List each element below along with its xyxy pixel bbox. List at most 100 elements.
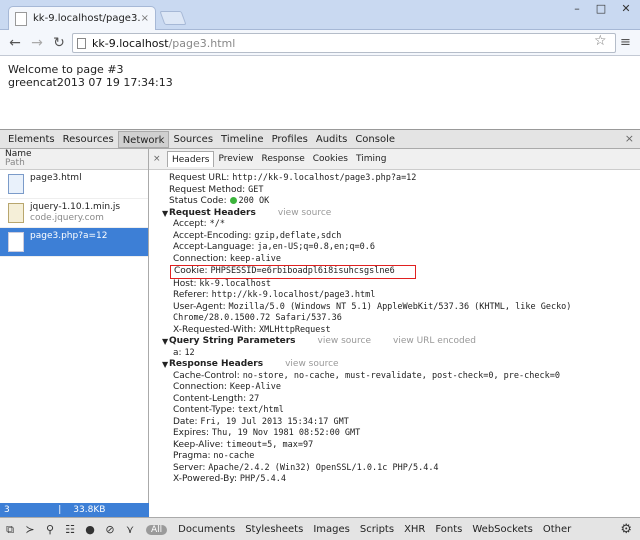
tab-timing[interactable]: Timing bbox=[352, 151, 390, 167]
header-row: Accept: */* bbox=[169, 219, 640, 231]
clear-icon[interactable]: ⊘ bbox=[100, 523, 120, 536]
tab-console[interactable]: Console bbox=[351, 131, 399, 148]
tab-sources[interactable]: Sources bbox=[169, 131, 217, 148]
cookie-highlight: Cookie: PHPSESSID=e6rbiboadpl6i8isuhcsgs… bbox=[170, 265, 416, 279]
view-source-link[interactable]: view source bbox=[318, 336, 371, 346]
tab-cookies[interactable]: Cookies bbox=[309, 151, 352, 167]
title-bar: kk-9.localhost/page3.html × – □ ✕ bbox=[0, 0, 640, 30]
header-row: Accept-Encoding: gzip,deflate,sdch bbox=[169, 231, 640, 243]
dock-icon[interactable]: ⧉ bbox=[0, 523, 20, 537]
filter-websockets[interactable]: WebSockets bbox=[467, 524, 537, 535]
console-drawer-icon[interactable]: ≻ bbox=[20, 523, 40, 536]
header-value: http://kk-9.localhost/page3.html bbox=[211, 290, 376, 300]
header-key: X-Powered-By: bbox=[173, 474, 238, 484]
html-file-icon bbox=[8, 174, 24, 194]
header-row: Content-Length: 27 bbox=[169, 394, 640, 406]
header-key: Accept: bbox=[173, 219, 207, 229]
detail-close-button[interactable]: × bbox=[153, 154, 167, 164]
expand-triangle-icon: ▼ bbox=[162, 208, 169, 218]
name-column-header[interactable]: Name Path bbox=[0, 149, 148, 170]
tab-resources[interactable]: Resources bbox=[59, 131, 118, 148]
request-item-page3-php[interactable]: page3.php?a=12 bbox=[0, 228, 148, 257]
filter-fonts[interactable]: Fonts bbox=[430, 524, 467, 535]
list-view-icon[interactable]: ☷ bbox=[60, 523, 80, 536]
tab-preview[interactable]: Preview bbox=[214, 151, 257, 167]
window-minimize-button[interactable]: – bbox=[564, 0, 590, 20]
devtools-toolbar: Elements Resources Network Sources Timel… bbox=[0, 130, 640, 149]
browser-tab[interactable]: kk-9.localhost/page3.html × bbox=[8, 6, 156, 30]
filter-scripts[interactable]: Scripts bbox=[355, 524, 399, 535]
tab-headers[interactable]: Headers bbox=[167, 151, 215, 167]
filter-xhr[interactable]: XHR bbox=[399, 524, 430, 535]
header-key: Connection: bbox=[173, 382, 227, 392]
filter-images[interactable]: Images bbox=[308, 524, 355, 535]
url-host: kk-9.localhost bbox=[92, 36, 169, 50]
header-value: PHP/5.4.4 bbox=[239, 474, 286, 484]
request-item-jquery[interactable]: jquery-1.10.1.min.js code.jquery.com bbox=[0, 199, 148, 228]
request-name: page3.php?a=12 bbox=[30, 231, 108, 241]
request-name: jquery-1.10.1.min.js bbox=[30, 202, 121, 212]
response-headers-section[interactable]: ▼ Response Headers view source bbox=[162, 359, 640, 371]
menu-icon[interactable]: ≡ bbox=[620, 35, 631, 50]
search-icon[interactable]: ⚲ bbox=[40, 523, 60, 536]
js-file-icon bbox=[8, 203, 24, 223]
view-source-link[interactable]: view source bbox=[278, 208, 331, 218]
filter-icon[interactable]: ⋎ bbox=[120, 523, 140, 536]
gear-icon[interactable]: ⚙ bbox=[620, 522, 632, 537]
filter-documents[interactable]: Documents bbox=[173, 524, 240, 535]
view-url-encoded-link[interactable]: view URL encoded bbox=[393, 336, 476, 346]
header-key: Accept-Encoding: bbox=[173, 230, 252, 241]
header-key: Keep-Alive: bbox=[173, 439, 224, 450]
header-row: Accept-Language: ja,en-US;q=0.8,en;q=0.6 bbox=[169, 242, 640, 254]
header-value: Thu, 19 Nov 1981 08:52:00 GMT bbox=[211, 428, 361, 438]
header-row: Server: Apache/2.4.2 (Win32) OpenSSL/1.0… bbox=[169, 463, 640, 475]
header-key: Cache-Control: bbox=[173, 370, 240, 381]
page-line-timestamp: greencat2013 07 19 17:34:13 bbox=[8, 76, 173, 89]
filter-all[interactable]: All bbox=[146, 524, 168, 535]
tab-elements[interactable]: Elements bbox=[4, 131, 59, 148]
request-headers-section[interactable]: ▼ Request Headers view source bbox=[162, 208, 640, 220]
reload-icon[interactable]: ↻ bbox=[50, 34, 68, 52]
page-favicon-icon bbox=[15, 11, 27, 26]
query-params-list: a: 12 bbox=[169, 348, 640, 360]
request-item-page3-html[interactable]: page3.html bbox=[0, 170, 148, 199]
header-row: Host: kk-9.localhost bbox=[169, 279, 640, 291]
tab-network[interactable]: Network bbox=[117, 130, 170, 148]
detail-tab-bar: × Headers Preview Response Cookies Timin… bbox=[149, 149, 640, 170]
header-value: kk-9.localhost bbox=[199, 278, 272, 289]
filter-other[interactable]: Other bbox=[538, 524, 576, 535]
response-headers-list: Cache-Control: no-store, no-cache, must-… bbox=[169, 371, 640, 486]
tab-response[interactable]: Response bbox=[258, 151, 309, 167]
tab-audits[interactable]: Audits bbox=[312, 131, 351, 148]
header-value: Mozilla/5.0 (Windows NT 5.1) AppleWebKit… bbox=[173, 301, 572, 324]
record-icon[interactable]: ● bbox=[80, 523, 100, 536]
header-key: Server: bbox=[173, 462, 206, 473]
header-value: no-cache bbox=[213, 451, 255, 461]
address-bar[interactable]: kk-9.localhost/page3.html bbox=[72, 33, 616, 53]
header-key: Pragma: bbox=[173, 451, 211, 461]
query-string-section[interactable]: ▼ Query String Parameters view source view … bbox=[162, 336, 640, 348]
new-tab-button[interactable] bbox=[159, 11, 187, 25]
arrow-left-icon[interactable]: ← bbox=[6, 34, 24, 52]
filter-stylesheets[interactable]: Stylesheets bbox=[240, 524, 308, 535]
header-value: */* bbox=[209, 219, 225, 229]
header-key: Accept-Language: bbox=[173, 242, 255, 252]
devtools-close-button[interactable]: × bbox=[625, 132, 634, 145]
column-name-label: Name bbox=[5, 149, 32, 159]
header-row: X-Powered-By: PHP/5.4.4 bbox=[169, 474, 640, 486]
star-icon[interactable]: ☆ bbox=[594, 33, 607, 49]
page-line-welcome: Welcome to page #3 bbox=[8, 63, 124, 76]
header-key: Content-Type: bbox=[173, 405, 235, 415]
header-key: Content-Length: bbox=[173, 393, 247, 404]
tab-close-button[interactable]: × bbox=[141, 13, 149, 24]
window-maximize-button[interactable]: □ bbox=[588, 0, 614, 20]
window-close-button[interactable]: ✕ bbox=[612, 0, 640, 20]
devtools-panel: Elements Resources Network Sources Timel… bbox=[0, 129, 640, 540]
view-source-link[interactable]: view source bbox=[285, 359, 338, 369]
page-icon bbox=[77, 37, 86, 49]
tab-profiles[interactable]: Profiles bbox=[268, 131, 312, 148]
tab-timeline[interactable]: Timeline bbox=[217, 131, 268, 148]
header-value: 27 bbox=[249, 393, 260, 404]
header-row: X-Requested-With: XMLHttpRequest bbox=[169, 325, 640, 337]
arrow-right-icon[interactable]: → bbox=[28, 34, 46, 52]
